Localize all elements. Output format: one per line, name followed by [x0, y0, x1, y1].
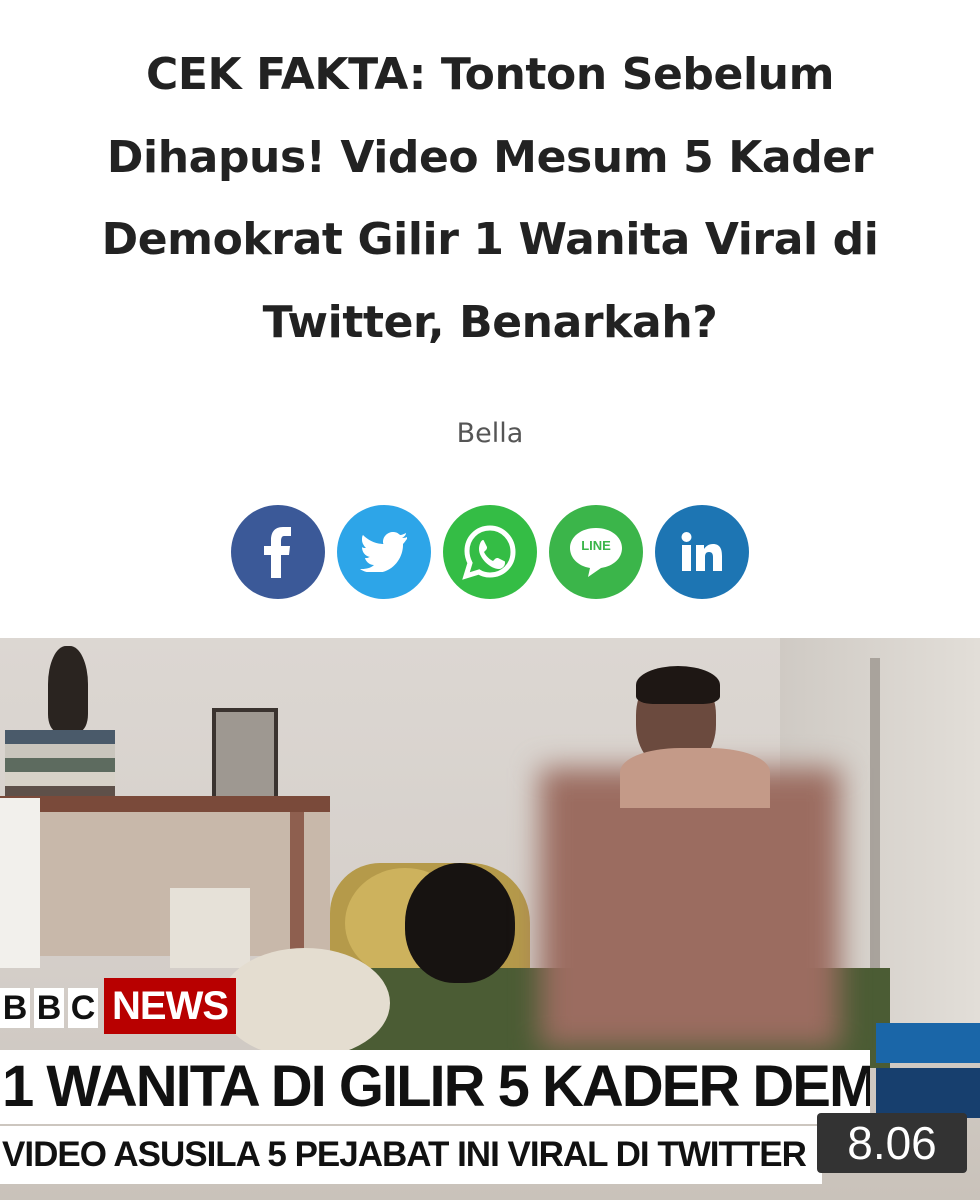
twitter-icon: [360, 532, 408, 572]
whatsapp-icon: [462, 524, 518, 580]
bbc-logo-b2: B: [34, 988, 64, 1028]
share-facebook-button[interactable]: [231, 505, 325, 599]
share-linkedin-button[interactable]: [655, 505, 749, 599]
share-buttons: LINE: [231, 505, 751, 599]
article-title: CEK FAKTA: Tonton Sebelum Dihapus! Video…: [101, 49, 879, 349]
share-line-button[interactable]: LINE: [549, 505, 643, 599]
author-name[interactable]: Bella: [0, 418, 980, 449]
headline-strap: 1 WANITA DI GILIR 5 KADER DEMOKRAT: [0, 1050, 870, 1124]
line-label: LINE: [581, 538, 611, 553]
bbc-logo-c: C: [68, 988, 98, 1028]
news-lower-third: B B C NEWS 1 WANITA DI GILIR 5 KADER DEM…: [0, 638, 980, 1200]
linkedin-icon: [681, 532, 723, 572]
facebook-icon: [258, 526, 298, 578]
share-whatsapp-button[interactable]: [443, 505, 537, 599]
article-image: B B C NEWS 1 WANITA DI GILIR 5 KADER DEM…: [0, 638, 980, 1200]
bbc-logo-b1: B: [0, 988, 30, 1028]
sub-strap: VIDEO ASUSILA 5 PEJABAT INI VIRAL DI TWI…: [0, 1126, 822, 1184]
broadcast-clock: 8.06: [817, 1113, 967, 1173]
news-label: NEWS: [104, 978, 236, 1034]
line-icon: LINE: [567, 525, 625, 579]
share-twitter-button[interactable]: [337, 505, 431, 599]
